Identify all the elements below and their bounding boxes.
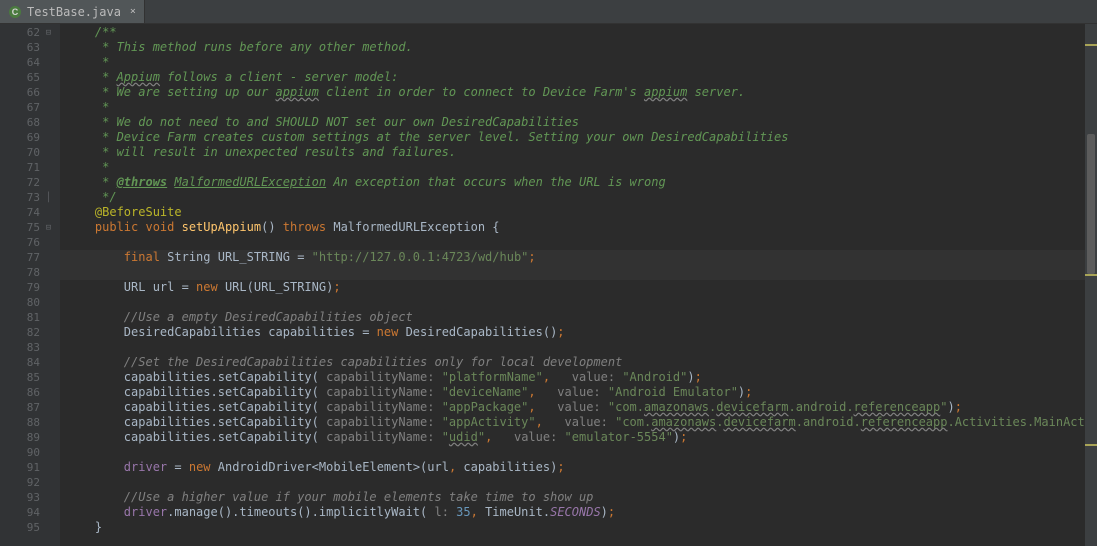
close-icon[interactable]: × [130,6,136,17]
line-number: 95 [0,520,60,535]
editor-tab[interactable]: C TestBase.java × [0,0,145,23]
code-line[interactable]: final String URL_STRING = "http://127.0.… [60,250,1085,265]
line-number: 88 [0,415,60,430]
fold-guide-icon: │ [44,191,53,206]
line-number: 78 [0,265,60,280]
code-line[interactable]: capabilities.setCapability( capabilityNa… [60,370,1085,385]
line-number: 65 [0,70,60,85]
code-line[interactable]: * We do not need to and SHOULD NOT set o… [60,115,1085,130]
line-number: 81 [0,310,60,325]
line-number: 69 [0,130,60,145]
code-line[interactable] [60,265,1085,280]
line-number: 92 [0,475,60,490]
line-number: 90 [0,445,60,460]
tab-filename: TestBase.java [27,5,121,19]
scroll-marker [1085,444,1097,446]
scroll-thumb[interactable] [1087,134,1095,274]
code-line[interactable]: * [60,160,1085,175]
scroll-marker [1085,44,1097,46]
line-number: 86 [0,385,60,400]
line-number: 79 [0,280,60,295]
code-line[interactable]: * will result in unexpected results and … [60,145,1085,160]
code-line[interactable] [60,445,1085,460]
line-number: 76 [0,235,60,250]
code-line[interactable]: //Use a higher value if your mobile elem… [60,490,1085,505]
line-number: 68 [0,115,60,130]
line-number: 80 [0,295,60,310]
line-number: 93 [0,490,60,505]
code-line[interactable]: * @throws MalformedURLException An excep… [60,175,1085,190]
code-line[interactable]: capabilities.setCapability( capabilityNa… [60,430,1085,445]
line-number: 63 [0,40,60,55]
line-number: 66 [0,85,60,100]
code-line[interactable]: @BeforeSuite [60,205,1085,220]
line-number: 77 [0,250,60,265]
code-line[interactable]: public void setUpAppium() throws Malform… [60,220,1085,235]
code-line[interactable]: capabilities.setCapability( capabilityNa… [60,415,1085,430]
code-content[interactable]: /** * This method runs before any other … [60,24,1085,546]
code-line[interactable]: //Use a empty DesiredCapabilities object [60,310,1085,325]
code-line[interactable] [60,475,1085,490]
line-number: 82 [0,325,60,340]
line-number: 70 [0,145,60,160]
code-line[interactable]: } [60,520,1085,535]
code-line[interactable]: capabilities.setCapability( capabilityNa… [60,385,1085,400]
line-number: 94 [0,505,60,520]
line-number: 72 [0,175,60,190]
code-line[interactable]: * We are setting up our appium client in… [60,85,1085,100]
fold-toggle-icon[interactable]: ⊟ [44,26,53,41]
line-number: 67 [0,100,60,115]
code-line[interactable]: driver.manage().timeouts().implicitlyWai… [60,505,1085,520]
code-line[interactable]: DesiredCapabilities capabilities = new D… [60,325,1085,340]
code-line[interactable]: //Set the DesiredCapabilities capabiliti… [60,355,1085,370]
code-line[interactable]: capabilities.setCapability( capabilityNa… [60,400,1085,415]
code-line[interactable]: * [60,100,1085,115]
line-number: 91 [0,460,60,475]
line-number: 83 [0,340,60,355]
line-number: 84 [0,355,60,370]
java-class-icon: C [8,5,22,19]
code-line[interactable]: * [60,55,1085,70]
code-line[interactable] [60,295,1085,310]
code-line[interactable]: * This method runs before any other meth… [60,40,1085,55]
code-line[interactable]: */ [60,190,1085,205]
code-line[interactable] [60,235,1085,250]
line-number: 64 [0,55,60,70]
line-number: 71 [0,160,60,175]
line-number: 89 [0,430,60,445]
line-number: 87 [0,400,60,415]
fold-toggle-icon[interactable]: ⊟ [44,221,53,236]
line-number: 85 [0,370,60,385]
code-line[interactable]: URL url = new URL(URL_STRING); [60,280,1085,295]
code-line[interactable]: /** [60,25,1085,40]
tab-bar: C TestBase.java × [0,0,1097,24]
code-line[interactable]: * Device Farm creates custom settings at… [60,130,1085,145]
code-line[interactable]: driver = new AndroidDriver<MobileElement… [60,460,1085,475]
scroll-marker [1085,274,1097,276]
line-number: 74 [0,205,60,220]
vertical-scrollbar[interactable] [1085,24,1097,546]
code-line[interactable] [60,340,1085,355]
code-line[interactable]: * Appium follows a client - server model… [60,70,1085,85]
code-editor[interactable]: ⊟│⊟ 626364656667686970717273747576777879… [0,24,1097,546]
line-number-gutter: ⊟│⊟ 626364656667686970717273747576777879… [0,24,60,546]
svg-text:C: C [12,7,19,17]
